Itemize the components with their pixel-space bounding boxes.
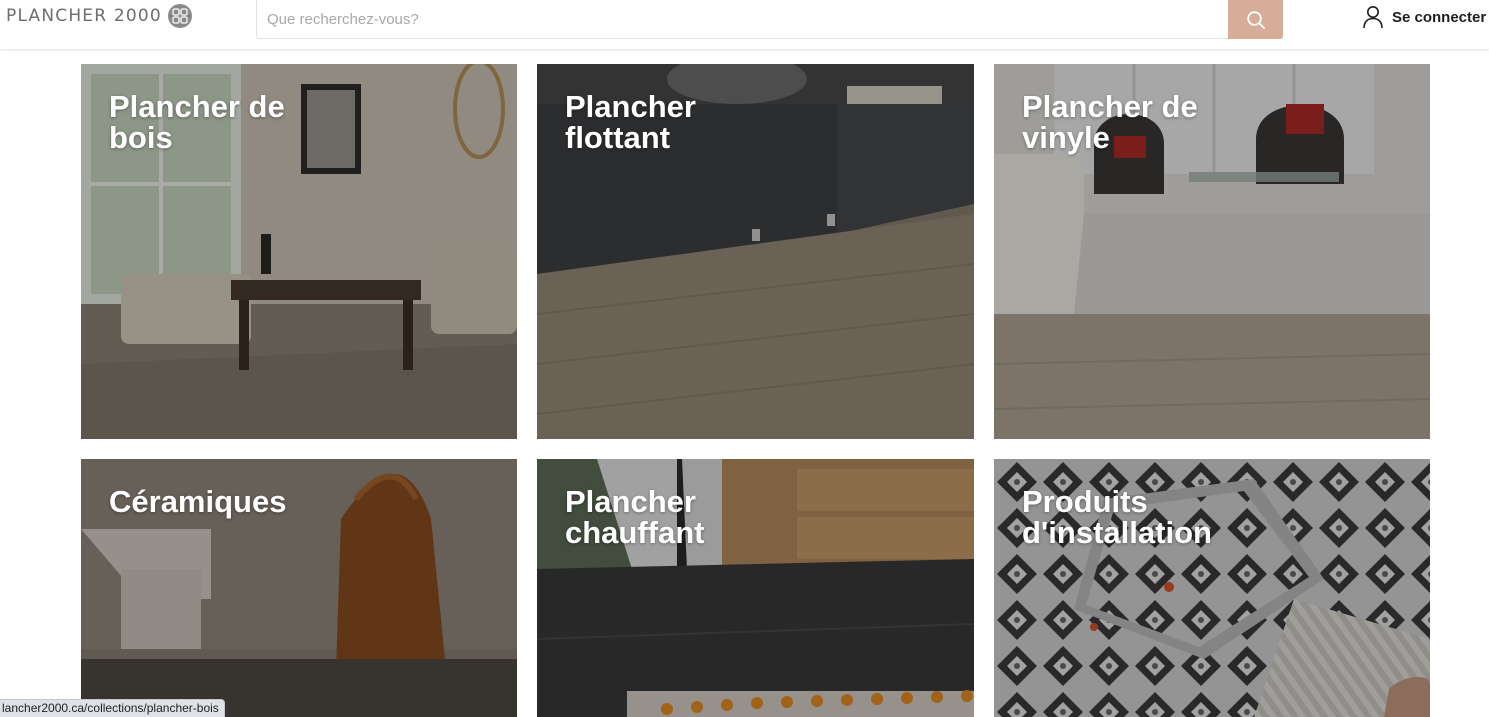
search-icon: [1246, 10, 1265, 29]
category-tile-ceramics[interactable]: Céramiques: [81, 459, 517, 717]
logo[interactable]: PLANCHER 2000: [6, 3, 192, 29]
logo-text: PLANCHER 2000: [6, 6, 162, 26]
category-title: Plancher de vinyle: [1022, 89, 1198, 155]
search-bar: [256, 0, 1283, 39]
category-tile-hardwood[interactable]: Plancher de bois: [81, 64, 517, 439]
category-tile-heated[interactable]: Plancher chauffant: [537, 459, 974, 717]
category-grid: Plancher de bois Plancher flottant Planc…: [0, 0, 1489, 717]
user-icon: [1363, 6, 1383, 29]
login-link[interactable]: Se connecter: [1362, 4, 1486, 30]
login-label: Se connecter: [1392, 8, 1487, 26]
category-title: Plancher chauffant: [565, 484, 705, 550]
site-header: PLANCHER 2000 Se connecter: [0, 0, 1489, 50]
category-title: Plancher flottant: [565, 89, 696, 155]
search-input[interactable]: [257, 0, 1229, 38]
category-title: Plancher de bois: [109, 89, 285, 155]
category-title: Produits d'installation: [1022, 484, 1212, 550]
logo-mark-icon: [167, 4, 192, 28]
category-tile-vinyl[interactable]: Plancher de vinyle: [994, 64, 1430, 439]
category-title: Céramiques: [109, 484, 287, 519]
status-bar-url: lancher2000.ca/collections/plancher-bois: [0, 699, 225, 717]
category-tile-installation[interactable]: Produits d'installation: [994, 459, 1430, 717]
category-tile-floating[interactable]: Plancher flottant: [537, 64, 974, 439]
search-button[interactable]: [1228, 0, 1283, 39]
